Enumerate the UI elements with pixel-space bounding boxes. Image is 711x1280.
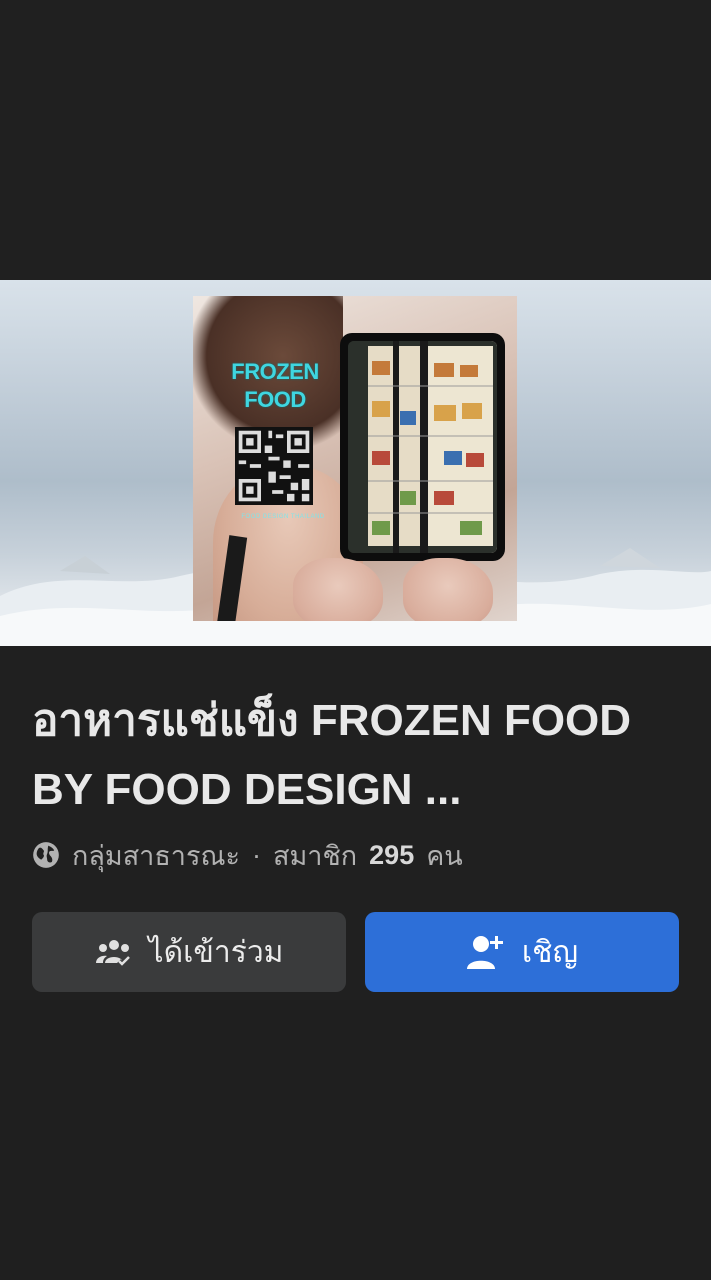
joined-label: ได้เข้าร่วม: [148, 935, 284, 969]
poster-hand-right: [403, 558, 493, 621]
members-count[interactable]: 295: [369, 840, 414, 871]
tablet-freezer-image: [348, 341, 497, 553]
invite-label: เชิญ: [521, 935, 579, 969]
poster-subtitle: FOOD DESIGN THAILAND: [241, 514, 325, 520]
cover-poster: FROZEN FOOD FOOD DESIGN THAILAND: [193, 296, 517, 621]
group-title[interactable]: อาหารแช่แข็ง FROZEN FOOD BY FOOD DESIGN …: [32, 686, 682, 824]
group-cover-photo[interactable]: FROZEN FOOD FOOD DESIGN THAILAND: [0, 280, 711, 646]
members-label[interactable]: สมาชิก: [273, 834, 357, 877]
members-unit: คน: [426, 840, 463, 871]
group-meta: กลุ่มสาธารณะ · สมาชิก 295 คน: [32, 838, 463, 872]
meta-separator: ·: [252, 839, 262, 870]
invite-button[interactable]: เชิญ: [365, 912, 679, 992]
add-person-icon: [466, 936, 503, 969]
privacy-label[interactable]: กลุ่มสาธารณะ: [72, 834, 240, 877]
poster-hand-left: [293, 558, 383, 621]
poster-title-line2: FOOD: [244, 387, 306, 412]
poster-title-line1: FROZEN: [231, 359, 319, 384]
top-blank-area: [0, 0, 711, 280]
bottom-area: [0, 1000, 711, 1280]
globe-icon: [33, 842, 59, 868]
poster-tablet: [340, 333, 505, 561]
qr-code-icon: [235, 427, 313, 505]
group-check-icon: [95, 940, 131, 967]
poster-title: FROZEN FOOD: [215, 358, 335, 414]
joined-button[interactable]: ได้เข้าร่วม: [32, 912, 346, 992]
